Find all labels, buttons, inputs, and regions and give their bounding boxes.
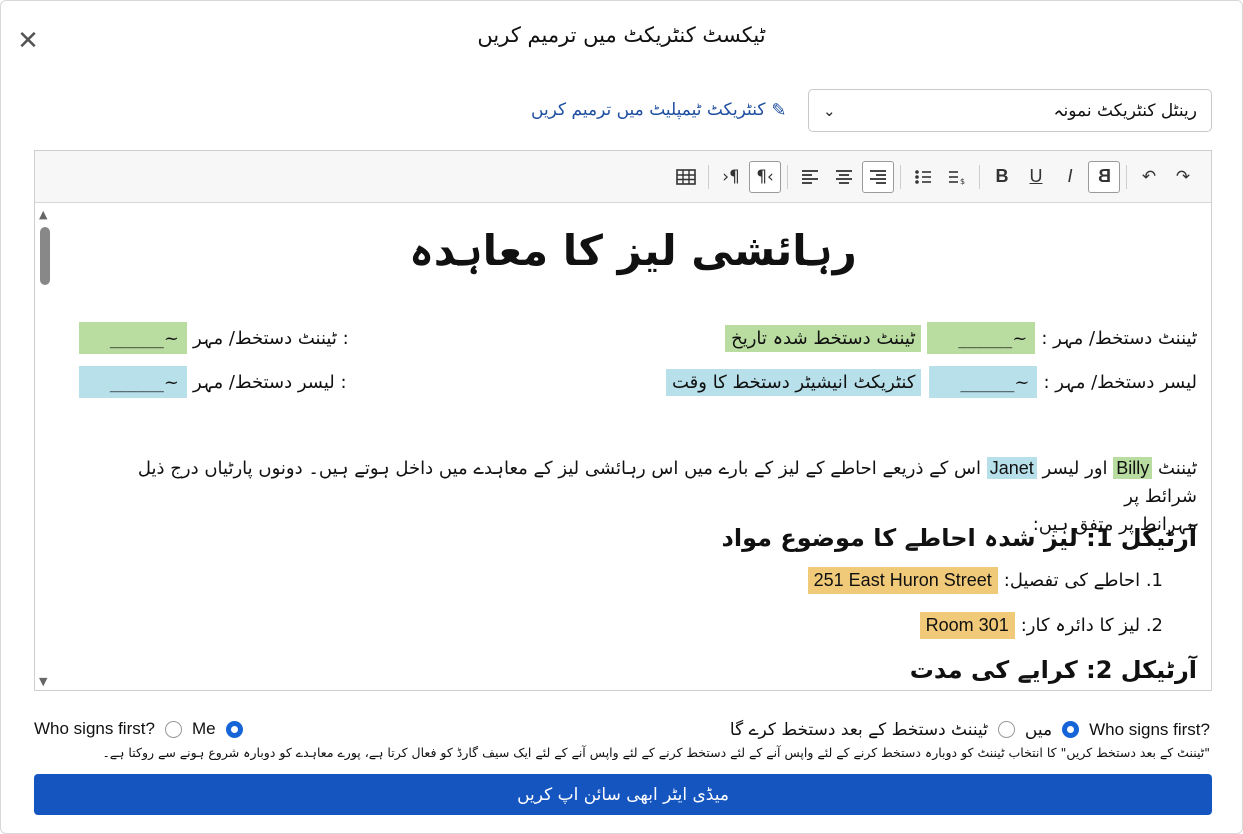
me-option-rtl-label: میں [1024,719,1053,740]
align-center-icon[interactable] [828,161,860,193]
tenant-signature-left-label: : ٹیننٹ دستخط/ مہر [193,327,349,349]
lease-scope-label: 2. لیز کا دائرہ کار: [1020,615,1163,636]
radio-tenant-after[interactable] [997,721,1015,738]
svg-text:$: $ [960,177,965,185]
toolbar-divider [979,164,980,189]
tenant-signature-label: ٹیننٹ دستخط/ مہر : [1041,327,1197,349]
who-signs-first-right: Who signs first? میں ٹیننٹ دستخط کے بعد … [729,719,1210,741]
editor-scrollbar[interactable]: ▲ ▼ [35,204,55,690]
list-item: 1. احاطے کی تفصیل: 251 East Huron Street [807,567,1163,594]
edit-contract-dialog: ✕ ٹیکسٹ کنٹریکٹ میں ترمیم کریں ✎ کنٹریکٹ… [0,0,1243,834]
article-1-heading: آرٹیکل 1: لیز شدہ احاطے کا موضوع مواد [721,524,1197,552]
tenant-after-option-label: ٹیننٹ دستخط کے بعد دستخط کرے گا [729,720,988,740]
signing-order-note: "ٹیننٹ کے بعد دستخط کریں" کا انتخاب ٹینن… [102,745,1210,760]
document-title: رہائشی لیز کا معاہدہ [409,226,857,275]
ltr-paragraph-icon[interactable]: ›¶ [715,161,747,193]
toolbar-divider [787,164,788,189]
table-icon[interactable] [670,161,702,193]
tenant-name-field[interactable]: Billy [1113,457,1153,479]
edit-icon: ✎ [771,99,787,121]
editor-content[interactable]: رہائشی لیز کا معاہدہ ٹیننٹ دستخط/ مہر : … [55,204,1211,690]
dialog-title: ٹیکسٹ کنٹریکٹ میں ترمیم کریں [477,23,766,47]
numbered-list-icon[interactable]: $ [941,161,973,193]
template-selected-value: رینٹل کنٹریکٹ نمونہ [1053,101,1197,121]
edit-template-label: کنٹریکٹ ٹیمپلیٹ میں ترمیم کریں [531,100,766,120]
edit-template-link[interactable]: ✎ کنٹریکٹ ٹیمپلیٹ میں ترمیم کریں [531,97,787,123]
premises-description-label: 1. احاطے کی تفصیل: [1003,570,1163,591]
bold-icon[interactable]: B [986,161,1018,193]
toolbar-divider [708,164,709,189]
scroll-thumb[interactable] [40,227,50,285]
italic-icon[interactable]: I [1054,161,1086,193]
chevron-down-icon: ⌄ [823,101,836,120]
tenant-signature-left-row: : ٹیننٹ دستخط/ مہر ~______ [79,322,349,354]
initiator-sign-time-field[interactable]: کنٹریکٹ انیشیٹر دستخط کا وقت [666,368,922,396]
article-2-heading: آرٹیکل 2: کرایے کی مدت [909,656,1197,684]
align-left-icon[interactable] [794,161,826,193]
lessor-signature-left-label: : لیسر دستخط/ مہر [193,371,347,393]
redo-icon[interactable]: ↷ [1167,161,1199,193]
tenant-signature-field[interactable]: ~______ [927,322,1036,354]
lessor-name-field[interactable]: Janet [986,457,1037,479]
lessor-signature-field[interactable]: ~______ [929,366,1038,398]
scroll-up-icon[interactable]: ▲ [39,208,47,221]
premises-description-field[interactable]: 251 East Huron Street [807,567,998,594]
underline-icon[interactable]: U [1020,161,1052,193]
lease-scope-field[interactable]: Room 301 [919,612,1015,639]
lessor-signature-row: لیسر دستخط/ مہر : ~______ کنٹریکٹ انیشیٹ… [666,366,1197,398]
strikethrough-icon[interactable]: B [1088,160,1120,193]
lessor-signature-left-row: : لیسر دستخط/ مہر ~______ [79,366,347,398]
radio-me-selected[interactable] [225,720,243,738]
radio-unselected[interactable] [164,720,182,738]
me-option-label: Me [191,719,216,738]
lessor-signature-label: لیسر دستخط/ مہر : [1043,371,1197,393]
radio-me-rtl-selected[interactable] [1062,721,1080,738]
rtl-paragraph-icon[interactable]: ¶‹ [749,160,781,193]
undo-icon[interactable]: ↶ [1133,161,1165,193]
toolbar-divider [1126,164,1127,189]
tenant-signature-row: ٹیننٹ دستخط/ مہر : ~______ ٹیننٹ دستخط ش… [725,322,1197,354]
who-signs-first-label-rtl: Who signs first? [1089,719,1210,739]
tenant-signature-left-field[interactable]: ~______ [79,322,187,354]
list-item: 2. لیز کا دائرہ کار: Room 301 [919,612,1163,639]
who-signs-first-label: Who signs first? [34,719,155,738]
contract-editor: ›¶ ¶‹ $ B U I B ↶ ↷ ▲ ▼ رہائشی لیز کا مع… [34,150,1212,691]
lessor-signature-left-field[interactable]: ~______ [79,366,187,398]
tenant-signed-date-field[interactable]: ٹیننٹ دستخط شدہ تاریخ [725,324,922,352]
template-select[interactable]: ⌄ رینٹل کنٹریکٹ نمونہ [808,89,1212,132]
bullet-list-icon[interactable] [907,161,939,193]
editor-toolbar: ›¶ ¶‹ $ B U I B ↶ ↷ [35,151,1211,203]
align-right-icon[interactable] [862,160,894,193]
scroll-down-icon[interactable]: ▼ [39,675,47,688]
sign-up-now-button[interactable]: میڈی ایٹر ابھی سائن اپ کریں [34,774,1212,815]
who-signs-first-left: Who signs first? Me [34,719,243,739]
toolbar-divider [900,164,901,189]
